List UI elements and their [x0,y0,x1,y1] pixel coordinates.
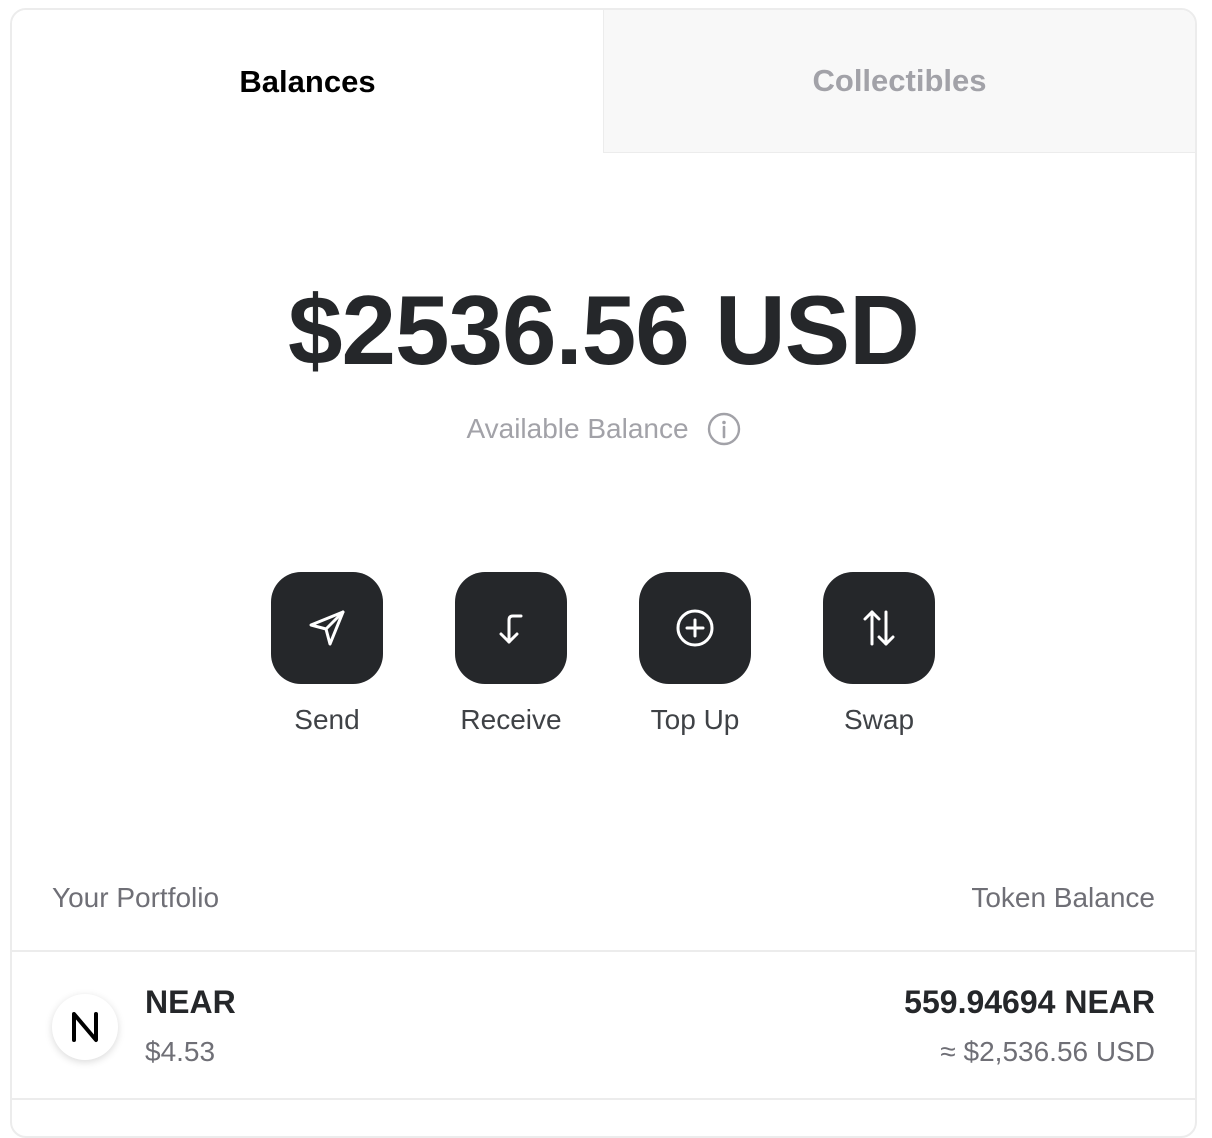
available-balance-row: Available Balance [12,412,1195,446]
swap-button[interactable] [823,572,935,684]
swap-action: Swap [823,572,935,736]
token-row-divider [12,1098,1195,1100]
receive-icon [499,614,523,644]
receive-action: Receive [455,572,567,736]
tab-bar: Balances Collectibles [12,10,1195,153]
top-up-label: Top Up [650,704,740,735]
available-balance-label: Available Balance [466,413,689,444]
send-button[interactable] [271,572,383,684]
plus-circle-icon [676,609,714,647]
total-balance: $2536.56 USD [288,275,920,385]
token-price: $4.53 [145,1036,216,1067]
send-icon [309,610,345,646]
wallet-card: Balances Collectibles $2536.56 USD Avail… [10,8,1197,1138]
token-amount: 559.94694 NEAR [904,984,1155,1020]
token-row-near[interactable]: NEAR $4.53 559.94694 NEAR ≈ $2,536.56 US… [12,952,1195,1100]
receive-label: Receive [460,704,562,735]
swap-label: Swap [843,704,915,735]
send-label: Send [294,704,360,735]
action-buttons: Send Receive Top Up Swap [271,572,935,736]
top-up-action: Top Up [639,572,751,736]
token-balance-label: Token Balance [971,882,1155,913]
receive-button[interactable] [455,572,567,684]
send-action: Send [271,572,383,736]
tab-balances[interactable]: Balances [12,10,603,153]
tab-collectibles[interactable]: Collectibles [603,10,1195,153]
token-name: NEAR [145,984,236,1020]
info-icon[interactable] [707,412,741,446]
portfolio-header: Your Portfolio Token Balance [52,882,1155,914]
top-up-button[interactable] [639,572,751,684]
swap-icon [863,610,895,646]
near-logo-icon [52,994,118,1060]
your-portfolio-label: Your Portfolio [52,882,220,913]
token-usd-value: ≈ $2,536.56 USD [940,1036,1155,1067]
